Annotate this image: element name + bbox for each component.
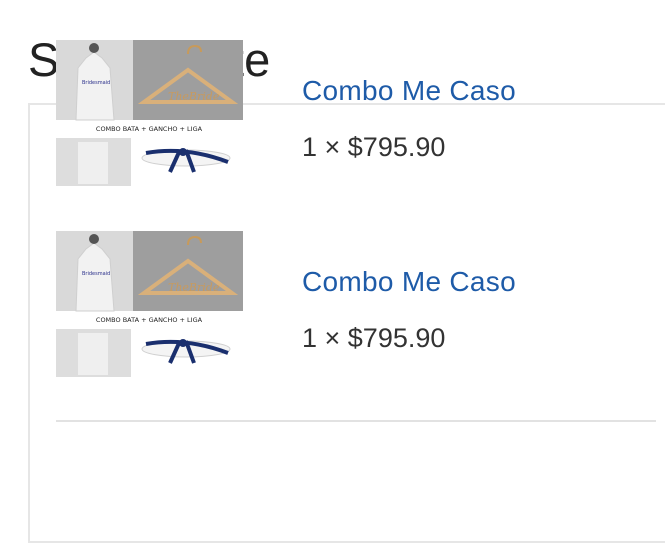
list-item: Bridesmaid TheBride COMBO BATA + GANCHO …: [56, 231, 636, 379]
image-caption: COMBO BATA + GANCHO + LIGA: [96, 316, 203, 324]
list-item: Bridesmaid TheBride COMBO BATA + GANCHO …: [56, 40, 636, 188]
product-price: 1 × $795.90: [302, 132, 446, 162]
product-image[interactable]: Bridesmaid TheBride COMBO BATA + GANCHO …: [56, 40, 243, 186]
robe-label: Bridesmaid: [82, 80, 110, 86]
product-link[interactable]: Combo Me Caso: [302, 75, 516, 107]
robe-label: Bridesmaid: [82, 271, 110, 277]
product-link[interactable]: Combo Me Caso: [302, 266, 516, 298]
product-price: 1 × $795.90: [302, 323, 446, 353]
divider: [56, 420, 656, 422]
hanger-label: TheBride: [168, 90, 220, 103]
hanger-label: TheBride: [168, 281, 220, 294]
product-image[interactable]: Bridesmaid TheBride COMBO BATA + GANCHO …: [56, 231, 243, 377]
image-caption: COMBO BATA + GANCHO + LIGA: [96, 125, 203, 133]
